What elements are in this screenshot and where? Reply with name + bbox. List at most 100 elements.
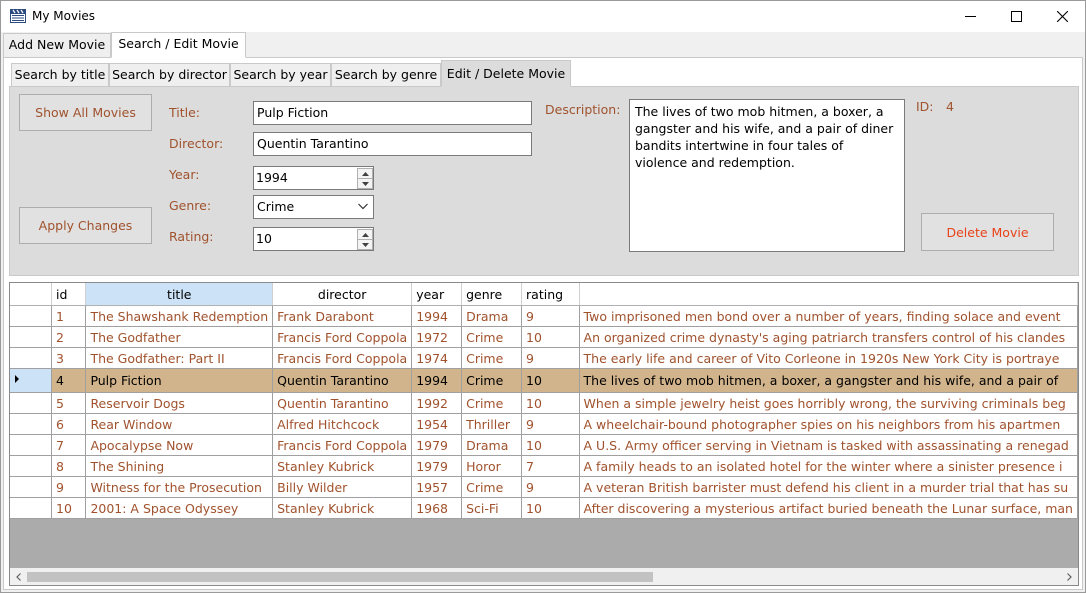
cell-description[interactable]: The early life and career of Vito Corleo… (579, 347, 1078, 369)
tab-search-by-director[interactable]: Search by director (109, 63, 230, 87)
row-header[interactable] (10, 326, 52, 348)
row-header[interactable] (10, 434, 52, 456)
column-header-year[interactable]: year (411, 283, 463, 306)
cell-id[interactable]: 7 (51, 434, 87, 456)
cell-rating[interactable]: 10 (521, 392, 580, 414)
title-field[interactable]: Pulp Fiction (253, 101, 532, 125)
tab-edit-delete-movie[interactable]: Edit / Delete Movie (441, 60, 571, 87)
row-header-corner[interactable] (10, 283, 52, 306)
table-row[interactable]: 4 Pulp Fiction Quentin Tarantino 1994 Crime 1… (10, 368, 1078, 393)
row-header[interactable] (10, 455, 52, 477)
column-header-id[interactable]: id (51, 283, 87, 306)
cell-year[interactable]: 1972 (411, 326, 463, 348)
cell-genre[interactable]: Horor (461, 455, 523, 477)
table-row[interactable]: 10 2001: A Space Odyssey Stanley Kubrick 19… (10, 497, 1078, 519)
year-stepper[interactable]: 1994 (253, 166, 374, 190)
row-header[interactable] (10, 368, 52, 393)
table-row[interactable]: 9 Witness for the Prosecution Billy Wilder… (10, 476, 1078, 498)
cell-rating[interactable]: 10 (521, 326, 580, 348)
cell-director[interactable]: Francis Ford Coppola (272, 326, 413, 348)
cell-id[interactable]: 8 (51, 455, 87, 477)
cell-id[interactable]: 10 (51, 497, 87, 519)
cell-id[interactable]: 2 (51, 326, 87, 348)
cell-title[interactable]: Rear Window (85, 413, 274, 435)
cell-year[interactable]: 1957 (411, 476, 463, 498)
cell-title[interactable]: The Godfather (85, 326, 274, 348)
cell-title[interactable]: Apocalypse Now (85, 434, 274, 456)
row-header[interactable] (10, 413, 52, 435)
cell-genre[interactable]: Sci-Fi (461, 497, 523, 519)
cell-genre[interactable]: Drama (461, 434, 523, 456)
cell-rating[interactable]: 7 (521, 455, 580, 477)
tab-search-by-title[interactable]: Search by title (11, 63, 109, 87)
tab-search-edit-movie[interactable]: Search / Edit Movie (111, 32, 246, 58)
cell-id[interactable]: 3 (51, 347, 87, 369)
director-field[interactable]: Quentin Tarantino (253, 132, 532, 156)
cell-director[interactable]: Alfred Hitchcock (272, 413, 413, 435)
cell-director[interactable]: Francis Ford Coppola (272, 434, 413, 456)
cell-genre[interactable]: Crime (461, 368, 523, 393)
row-header[interactable] (10, 305, 52, 327)
show-all-movies-button[interactable]: Show All Movies (19, 94, 152, 131)
column-header-genre[interactable]: genre (461, 283, 523, 306)
cell-director[interactable]: Stanley Kubrick (272, 497, 413, 519)
cell-description[interactable]: Two imprisoned men bond over a number of… (579, 305, 1078, 327)
cell-genre[interactable]: Crime (461, 476, 523, 498)
cell-id[interactable]: 9 (51, 476, 87, 498)
cell-genre[interactable]: Drama (461, 305, 523, 327)
row-header[interactable] (10, 347, 52, 369)
column-header-director[interactable]: director (272, 283, 413, 306)
table-row[interactable]: 8 The Shining Stanley Kubrick 1979 Horor 7 A f… (10, 455, 1078, 477)
table-row[interactable]: 1 The Shawshank Redemption Frank Darabont 1… (10, 305, 1078, 327)
cell-year[interactable]: 1994 (411, 305, 463, 327)
rating-stepper[interactable]: 10 (253, 227, 374, 251)
cell-genre[interactable]: Thriller (461, 413, 523, 435)
cell-description[interactable]: The lives of two mob hitmen, a boxer, a … (579, 368, 1078, 393)
tab-add-new-movie[interactable]: Add New Movie (3, 33, 111, 58)
cell-description[interactable]: A family heads to an isolated hotel for … (579, 455, 1078, 477)
column-header-rating[interactable]: rating (521, 283, 580, 306)
year-down-button[interactable] (357, 178, 373, 189)
cell-director[interactable]: Stanley Kubrick (272, 455, 413, 477)
table-row[interactable]: 6 Rear Window Alfred Hitchcock 1954 Thriller… (10, 413, 1078, 435)
cell-genre[interactable]: Crime (461, 326, 523, 348)
horizontal-scrollbar[interactable] (10, 568, 1078, 585)
cell-description[interactable]: A wheelchair-bound photographer spies on… (579, 413, 1078, 435)
row-header[interactable] (10, 476, 52, 498)
cell-title[interactable]: 2001: A Space Odyssey (85, 497, 274, 519)
cell-year[interactable]: 1954 (411, 413, 463, 435)
title-bar[interactable]: My Movies (1, 1, 1085, 32)
row-header[interactable] (10, 497, 52, 519)
cell-year[interactable]: 1992 (411, 392, 463, 414)
cell-id[interactable]: 1 (51, 305, 87, 327)
cell-rating[interactable]: 10 (521, 434, 580, 456)
cell-rating[interactable]: 10 (521, 368, 580, 393)
cell-genre[interactable]: Crime (461, 392, 523, 414)
cell-id[interactable]: 5 (51, 392, 87, 414)
cell-director[interactable]: Francis Ford Coppola (272, 347, 413, 369)
column-header-title[interactable]: title (85, 283, 274, 306)
rating-down-button[interactable] (357, 239, 373, 250)
cell-description[interactable]: A veteran British barrister must defend … (579, 476, 1078, 498)
movies-grid[interactable]: id title director year genre rating 1 The… (9, 282, 1079, 586)
cell-year[interactable]: 1994 (411, 368, 463, 393)
cell-id[interactable]: 6 (51, 413, 87, 435)
table-row[interactable]: 5 Reservoir Dogs Quentin Tarantino 1992 Crim… (10, 392, 1078, 414)
cell-title[interactable]: The Shining (85, 455, 274, 477)
column-header-description[interactable] (579, 283, 1078, 306)
cell-title[interactable]: Pulp Fiction (85, 368, 274, 393)
cell-title[interactable]: Reservoir Dogs (85, 392, 274, 414)
cell-description[interactable]: A U.S. Army officer serving in Vietnam i… (579, 434, 1078, 456)
minimize-button[interactable] (947, 1, 993, 32)
table-row[interactable]: 2 The Godfather Francis Ford Coppola 1972 Cr… (10, 326, 1078, 348)
row-header[interactable] (10, 392, 52, 414)
cell-id[interactable]: 4 (51, 368, 87, 393)
cell-genre[interactable]: Crime (461, 347, 523, 369)
cell-director[interactable]: Frank Darabont (272, 305, 413, 327)
scroll-left-button[interactable] (10, 568, 27, 585)
cell-description[interactable]: An organized crime dynasty's aging patri… (579, 326, 1078, 348)
scroll-right-button[interactable] (1061, 568, 1078, 585)
cell-rating[interactable]: 10 (521, 497, 580, 519)
cell-director[interactable]: Billy Wilder (272, 476, 413, 498)
table-row[interactable]: 7 Apocalypse Now Francis Ford Coppola 1979 D… (10, 434, 1078, 456)
